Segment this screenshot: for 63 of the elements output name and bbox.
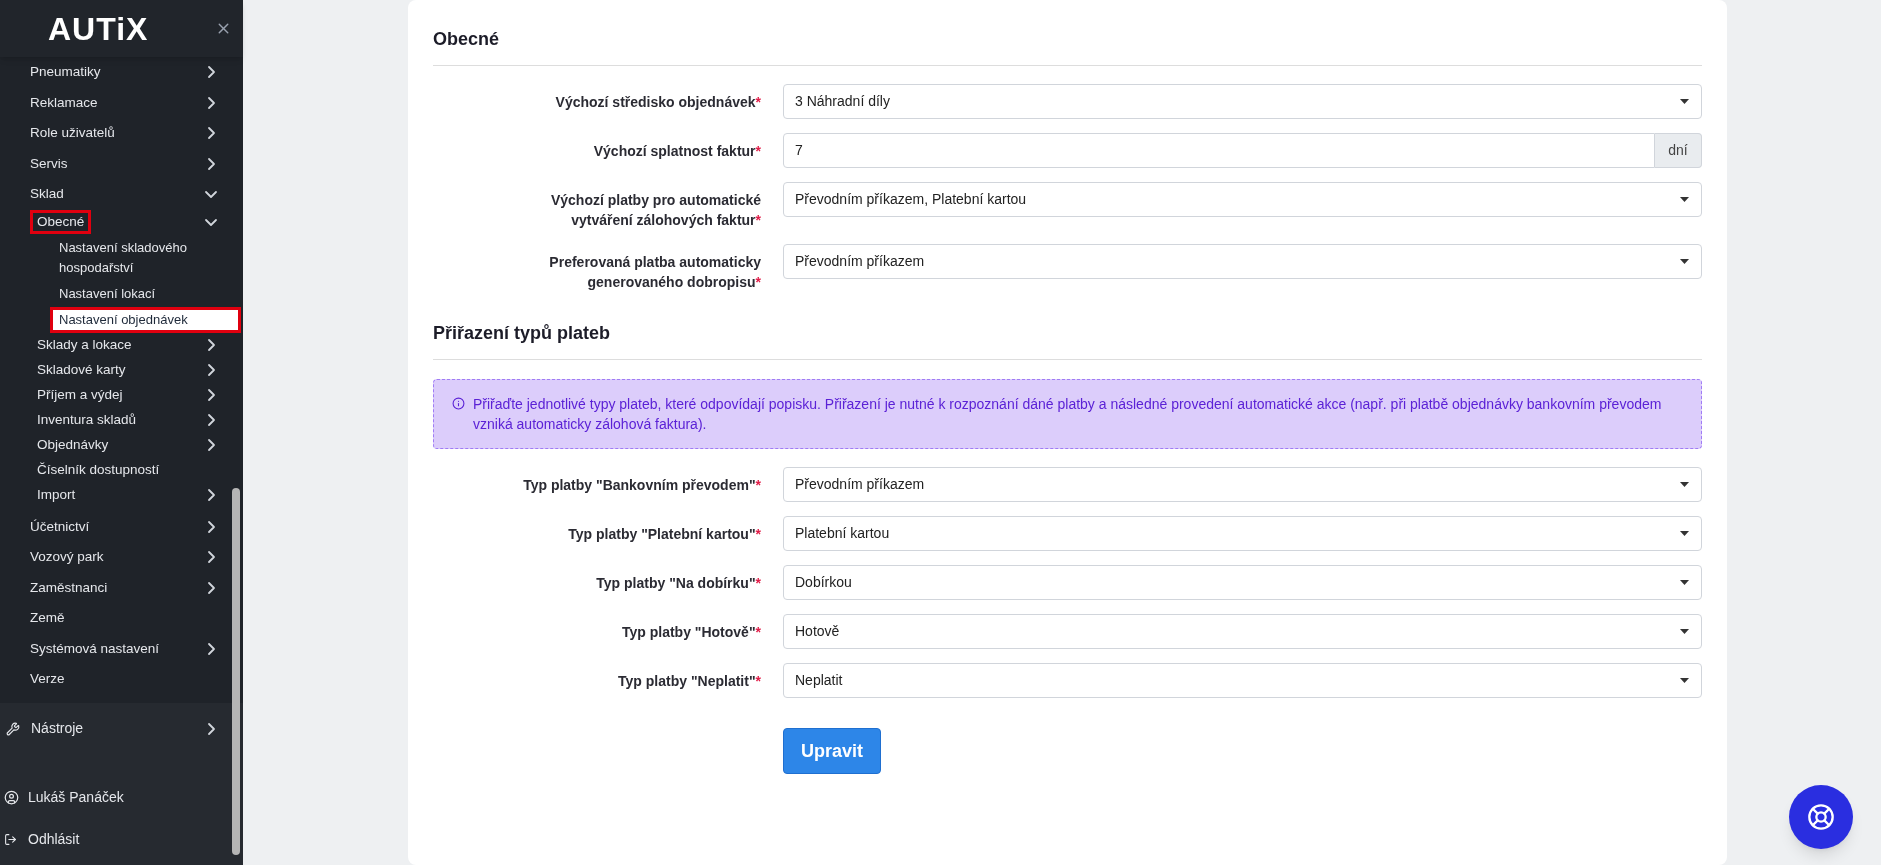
sidebar-item[interactable]: Reklamace [30,92,98,113]
field-label: Typ platby "Na dobírku"* [596,574,761,593]
select-field[interactable]: Převodním příkazem [783,467,1702,502]
field-label: Preferovaná platba automaticky generovaného dobropisu* [548,253,761,292]
select-field[interactable]: Převodním příkazem, Platební kartou [783,182,1702,217]
sidebar-item[interactable]: Nástroje [31,718,84,739]
caret-icon [1680,629,1689,634]
sidebar-item[interactable]: Servis [30,153,68,174]
lifebuoy-icon [1807,803,1835,831]
sidebar-item[interactable]: Systémová nastavení [30,638,160,659]
sidebar-item[interactable]: Obecné [30,209,92,235]
caret-icon [1680,482,1689,487]
caret-icon [1680,99,1689,104]
sidebar-item[interactable]: Inventura skladů [30,407,144,433]
number-input-field[interactable]: 7 [783,133,1655,168]
help-button[interactable] [1789,785,1853,849]
select-field[interactable]: Převodním příkazem [783,244,1702,279]
sidebar-item[interactable]: Účetnictví [30,516,90,537]
sidebar-item[interactable]: Verze [30,669,65,690]
caret-icon [1680,580,1689,585]
field-label: Typ platby "Neplatit"* [618,672,761,691]
sidebar-item[interactable]: Číselník dostupností [30,457,167,483]
field-label: Typ platby "Hotově"* [621,623,761,642]
logout-icon [4,832,17,846]
field-label: Typ platby "Platební kartou"* [568,525,761,544]
info-text: Přiřaďte jednotlivé typy plateb, které odpovídají popisku. Přiřazení je nutné k rozpoznání dáné platby a následné provedení automatické akce (např. při platbě objednávky bankovním převodem vzniká automaticky zálohová faktura). [473,395,1663,434]
section-heading: Přiřazení typů plateb [433,320,1702,360]
sidebar-item[interactable]: Objednávky [30,432,116,458]
wrench-icon [6,721,20,736]
sidebar-subitem[interactable]: Nastavení skladového hospodařství [50,234,241,281]
field-label: Výchozí středisko objednávek* [555,93,761,112]
sidebar-item[interactable]: Vozový park [30,547,104,568]
field-label: Typ platby "Bankovním převodem"* [523,476,761,495]
sidebar-item[interactable]: Import [30,482,83,508]
sidebar-item[interactable]: Zaměstnanci [30,577,108,598]
select-field[interactable]: 3 Náhradní díly [783,84,1702,119]
caret-icon [1680,531,1689,536]
select-field[interactable]: Dobírkou [783,565,1702,600]
field-label: Výchozí splatnost faktur* [593,142,761,161]
sidebar-item[interactable]: Pneumatiky [30,62,101,83]
sidebar-item[interactable]: Skladové karty [30,357,133,383]
logout-link[interactable]: Odhlásit [28,828,80,850]
user-icon [4,789,19,805]
sidebar-subitem[interactable]: Nastavení objednávek [50,306,241,333]
user-name[interactable]: Lukáš Panáček [28,786,124,808]
sidebar-item[interactable]: Sklad [30,184,64,205]
sidebar-subitem[interactable]: Nastavení lokací [50,280,241,307]
caret-icon [1680,678,1689,683]
caret-icon [1680,197,1689,202]
section-heading: Obecné [433,26,1702,66]
field-label: Výchozí platby pro automatické vytváření zálohových faktur* [549,191,761,230]
caret-icon [1680,259,1689,264]
sidebar-item[interactable]: Role uživatelů [30,123,115,144]
submit-button[interactable]: Upravit [783,728,881,774]
sidebar-item[interactable]: Země [30,608,65,629]
select-field[interactable]: Platební kartou [783,516,1702,551]
unit-addon: dní [1655,133,1702,168]
sidebar-item[interactable]: Příjem a výdej [30,382,130,408]
info-icon [452,397,465,410]
select-field[interactable]: Neplatit [783,663,1702,698]
sidebar-item[interactable]: Sklady a lokace [30,332,139,358]
select-field[interactable]: Hotově [783,614,1702,649]
logo: AUTiX [48,9,149,49]
